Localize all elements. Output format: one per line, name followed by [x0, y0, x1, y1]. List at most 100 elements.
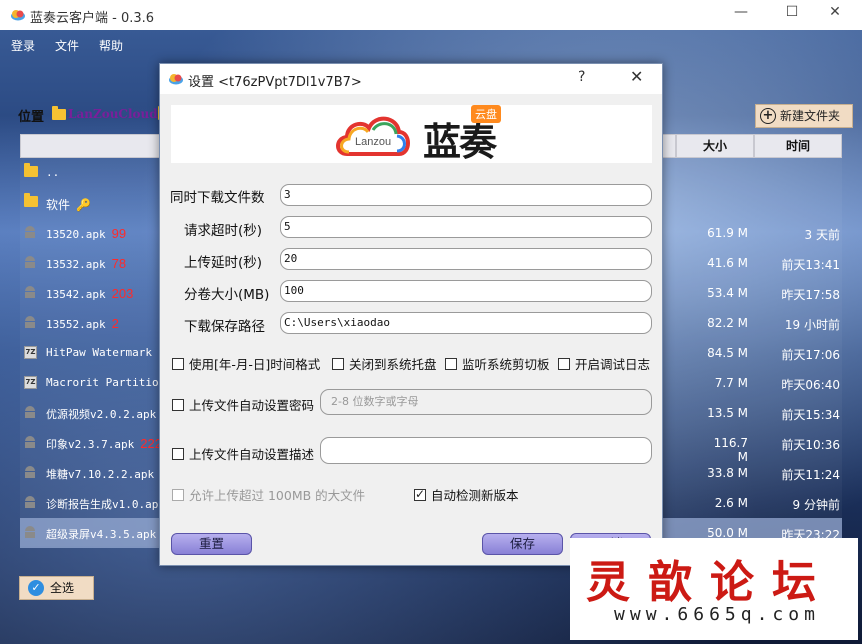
settings-dialog: 设置 <t76zPVpt7Dl1v7B7> ? ✕ Lanzou 蓝奏 云盘 同…: [159, 63, 663, 566]
android-icon: [24, 496, 36, 508]
file-size: 13.5 M: [707, 406, 748, 420]
help-button[interactable]: ?: [578, 69, 585, 85]
android-icon: [24, 286, 36, 298]
column-header-size[interactable]: 大小: [676, 134, 754, 158]
file-size: 53.4 M: [707, 286, 748, 300]
new-folder-label: 新建文件夹: [780, 109, 841, 123]
description-input[interactable]: [320, 437, 652, 464]
checkbox-box-checked: [414, 487, 426, 501]
volume-size-label: 分卷大小(MB): [184, 287, 270, 303]
app-title: 蓝奏云客户端 - 0.3.6: [30, 11, 155, 26]
auto-password-checkbox[interactable]: 上传文件自动设置密码: [172, 395, 314, 414]
file-name: 堆糖v7.10.2.2.apk: [46, 468, 155, 481]
file-size: 33.8 M: [707, 466, 748, 480]
android-icon: [24, 256, 36, 268]
download-count: 2: [111, 316, 119, 331]
logo-tag: 云盘: [471, 105, 501, 123]
select-all-button[interactable]: ✓ 全选: [19, 576, 94, 600]
folder-icon: [52, 106, 66, 120]
auto-check-update-checkbox[interactable]: 自动检测新版本: [414, 485, 519, 504]
android-icon: [24, 406, 36, 418]
checkbox-box: [558, 358, 570, 370]
file-time: 昨天17:58: [781, 288, 840, 302]
dialog-title: 设置 <t76zPVpt7Dl1v7B7>: [188, 75, 362, 90]
file-time: 3 天前: [804, 228, 840, 242]
close-to-tray-checkbox[interactable]: 关闭到系统托盘: [332, 354, 437, 373]
checkbox-box: [172, 358, 184, 370]
download-count: 203: [111, 286, 134, 301]
checkbox-box: [332, 358, 344, 370]
file-name: 软件: [46, 198, 71, 212]
file-size: 41.6 M: [707, 256, 748, 270]
android-icon: [24, 436, 36, 448]
dialog-title-bar: 设置 <t76zPVpt7Dl1v7B7> ? ✕: [160, 64, 662, 94]
debug-log-checkbox[interactable]: 开启调试日志: [558, 354, 650, 373]
cloud-logo-icon: [336, 116, 410, 156]
maximize-button[interactable]: ☐: [777, 4, 807, 20]
concurrent-downloads-label: 同时下载文件数: [170, 190, 265, 206]
dialog-close-button[interactable]: ✕: [630, 67, 643, 86]
new-folder-button[interactable]: + 新建文件夹: [755, 104, 853, 128]
android-icon: [24, 466, 36, 478]
folder-icon: [24, 163, 38, 177]
android-icon: [24, 526, 36, 538]
lanzou-logo: Lanzou 蓝奏 云盘: [171, 105, 652, 164]
file-size: 7.7 M: [714, 376, 748, 390]
auto-description-checkbox[interactable]: 上传文件自动设置描述: [172, 444, 314, 463]
file-size: 84.5 M: [707, 346, 748, 360]
date-format-checkbox[interactable]: 使用[年-月-日]时间格式: [172, 354, 320, 373]
checkbox-box: [445, 358, 457, 370]
file-time: 前天10:36: [781, 438, 840, 452]
file-name: 印象v2.3.7.apk: [46, 438, 135, 451]
file-name: 优源视频v2.0.2.apk: [46, 408, 157, 421]
volume-size-input[interactable]: 100: [280, 280, 652, 302]
column-header-time[interactable]: 时间: [754, 134, 842, 158]
reset-button[interactable]: 重置: [171, 533, 252, 555]
password-input[interactable]: 2-8 位数字或字母: [320, 389, 652, 415]
file-time: 前天13:41: [781, 258, 840, 272]
upload-delay-label: 上传延时(秒): [184, 255, 263, 271]
menu-file[interactable]: 文件: [55, 37, 79, 54]
folder-icon: [24, 193, 38, 207]
file-name: 13532.apk: [46, 258, 106, 271]
file-size: 82.2 M: [707, 316, 748, 330]
upload-delay-input[interactable]: 20: [280, 248, 652, 270]
allow-large-upload-checkbox[interactable]: 允许上传超过 100MB 的大文件: [172, 485, 365, 504]
path-label: 位置: [18, 110, 45, 125]
download-path-input[interactable]: C:\Users\xiaodao: [280, 312, 652, 334]
archive-icon: 7Z: [24, 346, 37, 359]
menu-login[interactable]: 登录: [11, 37, 35, 54]
file-time: 19 小时前: [784, 318, 840, 332]
menu-help[interactable]: 帮助: [99, 37, 123, 54]
request-timeout-label: 请求超时(秒): [184, 223, 263, 239]
minimize-button[interactable]: —: [726, 4, 756, 20]
file-name: Macrorit Partition: [46, 376, 166, 389]
save-button[interactable]: 保存: [482, 533, 563, 555]
check-circle-icon: ✓: [28, 580, 44, 596]
concurrent-downloads-input[interactable]: 3: [280, 184, 652, 206]
file-name: 超级录屏v4.3.5.apk: [46, 528, 157, 541]
cloud-logo-text: Lanzou: [355, 136, 392, 148]
android-icon: [24, 316, 36, 328]
checkbox-box: [172, 489, 184, 501]
close-button[interactable]: ✕: [820, 4, 850, 20]
file-name: 13520.apk: [46, 228, 106, 241]
breadcrumb-root[interactable]: LanZouCloud: [68, 107, 158, 121]
android-icon: [24, 226, 36, 238]
watch-clipboard-checkbox[interactable]: 监听系统剪切板: [445, 354, 550, 373]
app-logo-icon: [11, 10, 25, 21]
key-icon: 🔑: [76, 198, 91, 212]
archive-icon: 7Z: [24, 376, 37, 389]
file-name: HitPaw Watermark Re: [46, 346, 172, 359]
file-name: 13552.apk: [46, 318, 106, 331]
file-time: 昨天06:40: [781, 378, 840, 392]
watermark: 灵歆论坛 www.6665q.com: [570, 538, 858, 640]
file-time: 9 分钟前: [792, 498, 840, 512]
file-name: 13542.apk: [46, 288, 106, 301]
file-time: 前天15:34: [781, 408, 840, 422]
file-size: 2.6 M: [714, 496, 748, 510]
plus-icon: +: [760, 108, 776, 124]
request-timeout-input[interactable]: 5: [280, 216, 652, 238]
watermark-title: 灵歆论坛: [586, 557, 834, 608]
checkbox-box: [172, 399, 184, 411]
